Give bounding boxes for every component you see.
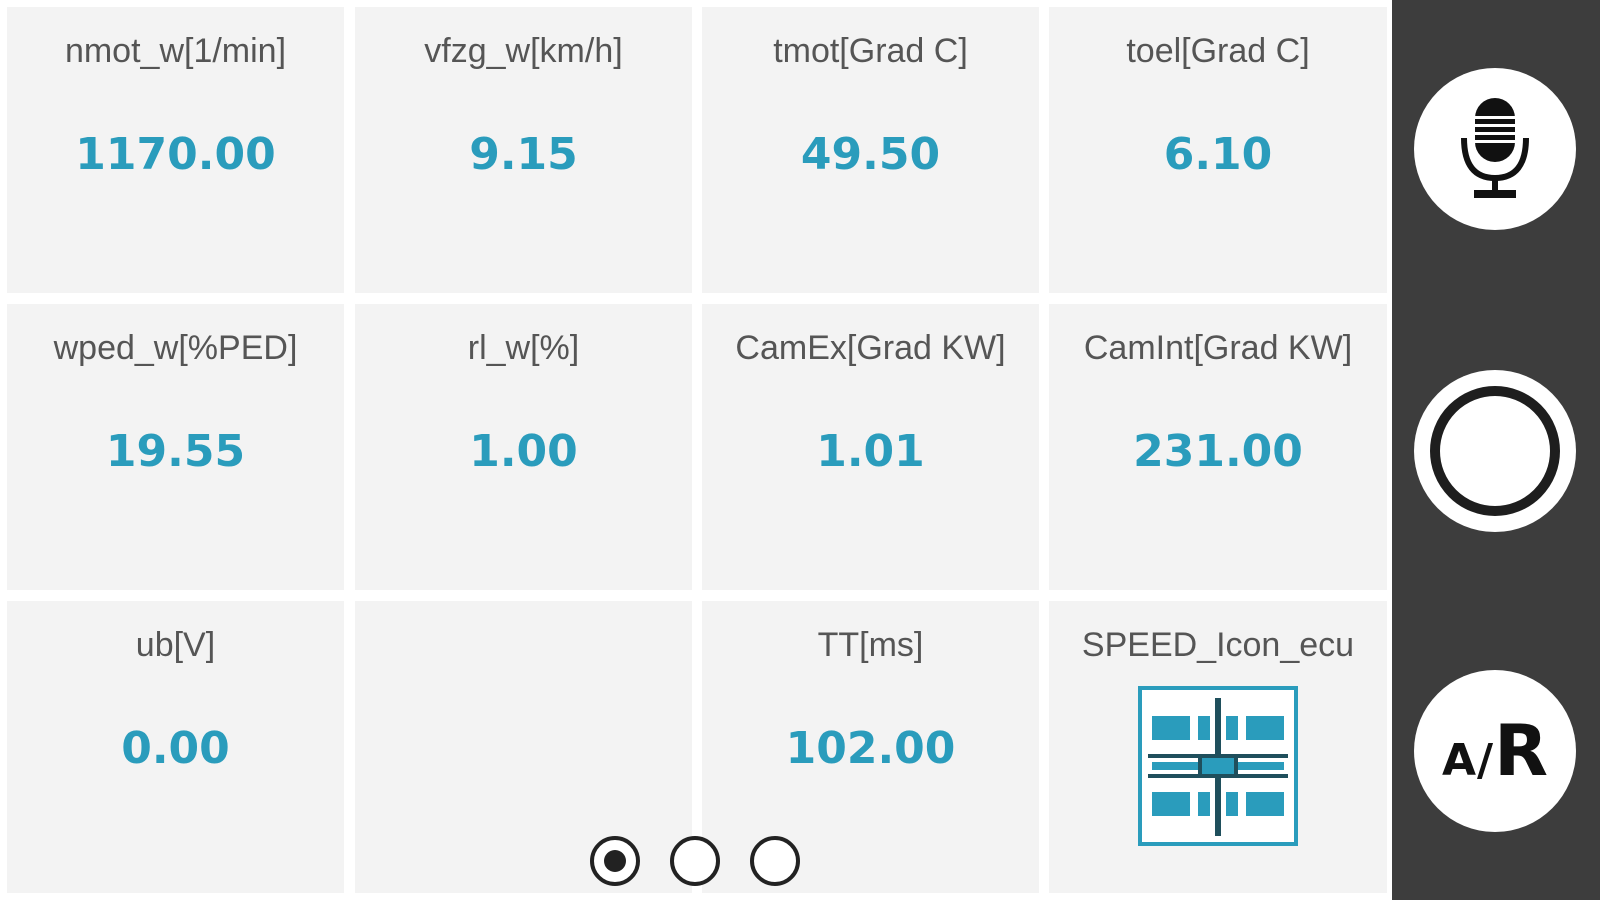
tile-wped[interactable]: wped_w[%PED] 19.55 <box>7 304 344 590</box>
tile-toel[interactable]: toel[Grad C] 6.10 <box>1049 7 1387 293</box>
microphone-icon <box>1461 98 1529 198</box>
tile-label: toel[Grad C] <box>1126 32 1310 70</box>
tile-label: TT[ms] <box>817 626 924 664</box>
tile-value: 231.00 <box>1133 426 1303 477</box>
tile-value: 1170.00 <box>75 129 276 180</box>
ar-label-r: R <box>1494 710 1549 792</box>
tile-label: CamEx[Grad KW] <box>735 329 1006 367</box>
page-dot-3[interactable] <box>750 836 800 886</box>
tile-vfzg[interactable]: vfzg_w[km/h] 9.15 <box>355 7 692 293</box>
tile-label: nmot_w[1/min] <box>64 32 287 70</box>
ecu-chip-icon <box>1138 686 1298 846</box>
tile-ub[interactable]: ub[V] 0.00 <box>7 601 344 893</box>
tile-rl[interactable]: rl_w[%] 1.00 <box>355 304 692 590</box>
tile-value: 49.50 <box>800 129 941 180</box>
tile-value: 9.15 <box>469 129 578 180</box>
ar-label-slash: / <box>1477 735 1494 786</box>
tile-value: 102.00 <box>785 723 956 774</box>
microphone-button[interactable] <box>1414 68 1576 230</box>
tile-nmot[interactable]: nmot_w[1/min] 1170.00 <box>7 7 344 293</box>
tile-value: 1.00 <box>469 426 578 477</box>
page-indicator <box>590 836 810 888</box>
tile-label: tmot[Grad C] <box>773 32 968 70</box>
tile-value: 19.55 <box>105 426 246 477</box>
page-dot-1[interactable] <box>590 836 640 886</box>
ar-label-a: A <box>1441 735 1477 786</box>
tile-label: SPEED_Icon_ecu <box>1081 626 1355 664</box>
ar-toggle-button[interactable]: A/R <box>1414 670 1576 832</box>
dashboard-screen: nmot_w[1/min] 1170.00 vfzg_w[km/h] 9.15 … <box>0 0 1600 900</box>
record-icon <box>1430 386 1560 516</box>
tile-label: vfzg_w[km/h] <box>424 32 623 70</box>
tile-value: 0.00 <box>121 723 230 774</box>
tile-label: ub[V] <box>135 626 216 664</box>
tile-camint[interactable]: CamInt[Grad KW] 231.00 <box>1049 304 1387 590</box>
tile-label: CamInt[Grad KW] <box>1083 329 1353 367</box>
tile-value: 1.01 <box>816 426 925 477</box>
page-dot-2[interactable] <box>670 836 720 886</box>
tile-label: wped_w[%PED] <box>53 329 298 367</box>
tile-value: 6.10 <box>1163 129 1273 180</box>
measurement-grid: nmot_w[1/min] 1170.00 vfzg_w[km/h] 9.15 … <box>0 0 1392 900</box>
tile-label: rl_w[%] <box>467 329 580 367</box>
record-button[interactable] <box>1414 370 1576 532</box>
tile-camex[interactable]: CamEx[Grad KW] 1.01 <box>702 304 1039 590</box>
ar-label: A/R <box>1442 716 1548 786</box>
side-panel: A/R <box>1392 0 1600 900</box>
tile-tmot[interactable]: tmot[Grad C] 49.50 <box>702 7 1039 293</box>
